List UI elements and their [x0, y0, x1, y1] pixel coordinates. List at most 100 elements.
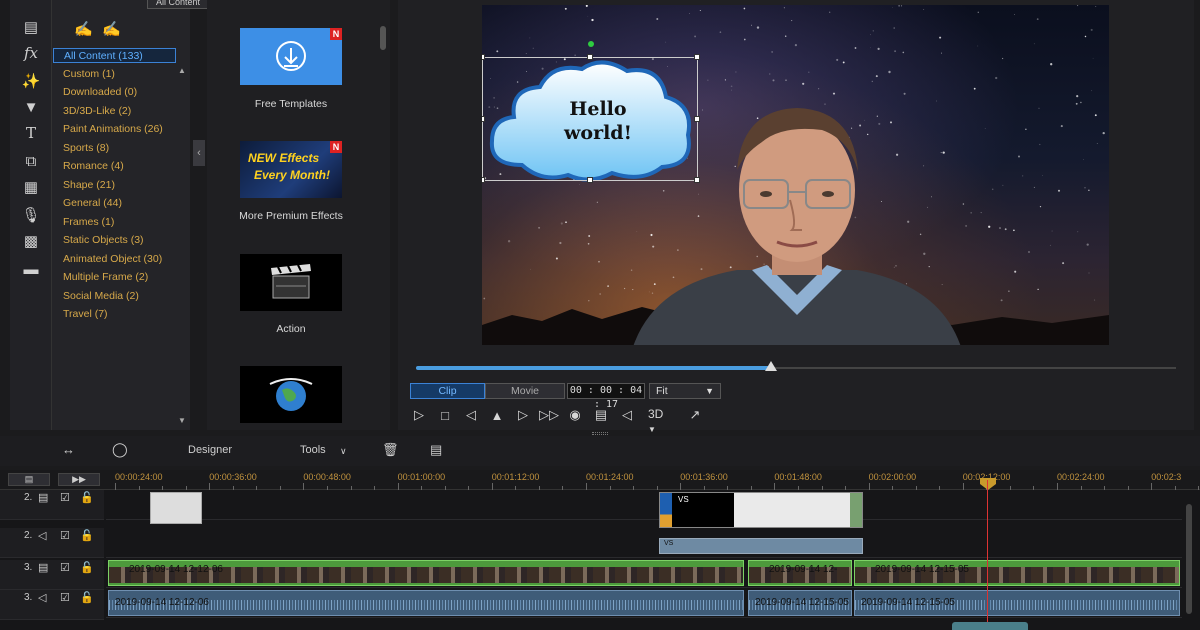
category-item[interactable]: Animated Object (30) [63, 252, 178, 267]
rotate-handle[interactable] [588, 41, 594, 47]
microphone-icon[interactable]: 🎙 [19, 204, 43, 226]
resize-handle-sw[interactable] [482, 177, 485, 183]
timeline-zoom-tab[interactable] [952, 622, 1028, 630]
category-item[interactable]: Shape (21) [63, 178, 178, 193]
lock-icon[interactable]: 🔓 [80, 491, 94, 504]
free-templates-tile[interactable]: N [240, 28, 342, 85]
template-scrollbar[interactable] [379, 12, 387, 426]
timeline-scrollbar[interactable] [1184, 490, 1194, 630]
zoom-select[interactable]: Fit ▼ [649, 383, 721, 399]
volume-icon[interactable]: ◁ [618, 406, 636, 424]
timeline-settings-icon[interactable]: ▤ [430, 442, 442, 458]
lock-icon[interactable]: 🔓 [80, 529, 94, 542]
category-item[interactable]: Downloaded (0) [63, 85, 178, 100]
track-enable-checkbox[interactable]: ☑ [60, 529, 70, 542]
category-item[interactable]: Travel (7) [63, 307, 178, 322]
snapshot-camera-icon[interactable]: ◉ [566, 406, 584, 424]
category-item[interactable]: General (44) [63, 196, 178, 211]
pip-room-icon[interactable]: ⧉ [19, 150, 43, 172]
designer-button[interactable]: Designer [188, 444, 232, 456]
resize-handle-s[interactable] [587, 177, 593, 183]
video-clip[interactable]: 2019-09-14 12-12-06 [108, 560, 744, 586]
split-clip-icon[interactable]: ↔ [62, 442, 75, 457]
scroll-thumb[interactable] [1186, 504, 1192, 614]
preview-window[interactable]: Hello world! [482, 5, 1109, 345]
previous-frame-icon[interactable]: ◁ [462, 406, 480, 424]
remove-effect-icon[interactable]: ✍ [102, 20, 121, 38]
split-icon[interactable]: ▲ [488, 406, 506, 424]
resize-handle-se[interactable] [694, 177, 700, 183]
category-item[interactable]: Paint Animations (26) [63, 122, 178, 137]
3d-mode-button[interactable]: 3D ▼ [648, 407, 663, 435]
transition-room-icon[interactable]: ▼ [19, 96, 43, 118]
vs-clip-video[interactable]: VS [659, 492, 863, 528]
fast-forward-icon[interactable]: ▷▷ [539, 406, 559, 424]
lock-icon[interactable]: 🔓 [80, 561, 94, 574]
preview-scrubber[interactable] [416, 361, 1176, 374]
category-item[interactable]: Static Objects (3) [63, 233, 178, 248]
scroll-thumb[interactable] [380, 26, 386, 50]
category-item[interactable]: Custom (1) [63, 67, 178, 82]
action-tile[interactable] [240, 254, 342, 311]
media-room-icon[interactable]: ▤ [19, 16, 43, 38]
play-icon[interactable]: ▷ [410, 406, 428, 424]
storyboard-view-button[interactable]: ▶▶ [58, 473, 100, 486]
particle-room-icon[interactable]: ✨ [19, 70, 43, 92]
travel-tile[interactable] [240, 366, 342, 423]
stop-icon[interactable]: □ [436, 406, 454, 424]
collapse-panel-button[interactable]: ‹ [193, 140, 205, 166]
movie-mode-button[interactable]: Movie [485, 383, 565, 399]
track-lane-3-video[interactable]: 2019-09-14 12-12-06 2019-09-14 12- 2019-… [106, 558, 1182, 588]
track-enable-checkbox[interactable]: ☑ [60, 561, 70, 574]
video-clip[interactable]: 2019-09-14 12- [748, 560, 852, 586]
panel-resize-grip[interactable] [592, 432, 608, 435]
trash-icon[interactable]: 🗑 [382, 442, 399, 458]
undock-window-icon[interactable]: ↗ [686, 406, 704, 424]
timeline-ruler[interactable]: ▤ ▶▶ 00:00:24:00 00:00:36:00 00:00:48:00 00… [0, 470, 1200, 490]
scroll-up-icon[interactable]: ▲ [178, 66, 186, 75]
premium-effects-tile[interactable]: NEW Effects Every Month! N [240, 141, 342, 198]
audio-clip[interactable]: 2019-09-14 12-15-05 [748, 590, 852, 616]
clip-mode-button[interactable]: Clip [410, 383, 485, 399]
audio-clip[interactable]: 2019-09-14 12-12-06 [108, 590, 744, 616]
chapter-room-icon[interactable]: ▩ [19, 230, 43, 252]
caption-room-icon[interactable]: ▬ [19, 258, 43, 280]
add-effect-icon[interactable]: ✍ [74, 20, 93, 38]
subtitle-icon[interactable]: ▤ [592, 406, 610, 424]
track-lane-2-video[interactable]: VS [106, 490, 1182, 528]
title-room-icon[interactable]: T [19, 122, 43, 144]
timecode-display[interactable]: 00 : 00 : 04 : 17 [567, 383, 645, 410]
category-item[interactable]: Romance (4) [63, 159, 178, 174]
lock-icon[interactable]: 🔓 [80, 591, 94, 604]
resize-handle-n[interactable] [587, 54, 593, 60]
track-enable-checkbox[interactable]: ☑ [60, 491, 70, 504]
scroll-down-icon[interactable]: ▼ [178, 416, 186, 425]
fix-enhance-icon[interactable]: ◯ [112, 441, 128, 458]
track-lane-2-audio[interactable]: VS [106, 528, 1182, 558]
fx-room-icon[interactable]: fx [19, 42, 43, 64]
category-item[interactable]: 3D/3D-Like (2) [63, 104, 178, 119]
video-clip[interactable]: 2019-09-14 12-15-05 [854, 560, 1180, 586]
selection-box[interactable] [482, 41, 700, 183]
category-scrollbar[interactable]: ▲ ▼ [178, 66, 186, 426]
timeline-view-button[interactable]: ▤ [8, 473, 50, 486]
scrubber-knob[interactable] [764, 361, 777, 371]
audio-clip[interactable]: 2019-09-14 12-15-05 [854, 590, 1180, 616]
tools-button[interactable]: Tools [300, 444, 326, 456]
resize-handle-ne[interactable] [694, 54, 700, 60]
track-enable-checkbox[interactable]: ☑ [60, 591, 70, 604]
category-item[interactable]: All Content (133) [53, 48, 176, 63]
category-item[interactable]: Frames (1) [63, 215, 178, 230]
resize-handle-w[interactable] [482, 116, 485, 122]
vs-clip-audio[interactable]: VS [659, 538, 863, 554]
resize-handle-nw[interactable] [482, 54, 485, 60]
subtitle-room-icon[interactable]: ▦ [19, 176, 43, 198]
track-lane-3-audio[interactable]: 2019-09-14 12-12-06 2019-09-14 12-15-05 … [106, 588, 1182, 618]
category-item[interactable]: Social Media (2) [63, 289, 178, 304]
playhead-line[interactable] [987, 480, 988, 630]
resize-handle-e[interactable] [694, 116, 700, 122]
chevron-down-icon[interactable]: ∨ [340, 446, 347, 457]
category-item[interactable]: Sports (8) [63, 141, 178, 156]
category-item[interactable]: Multiple Frame (2) [63, 270, 178, 285]
next-frame-icon[interactable]: ▷ [514, 406, 532, 424]
